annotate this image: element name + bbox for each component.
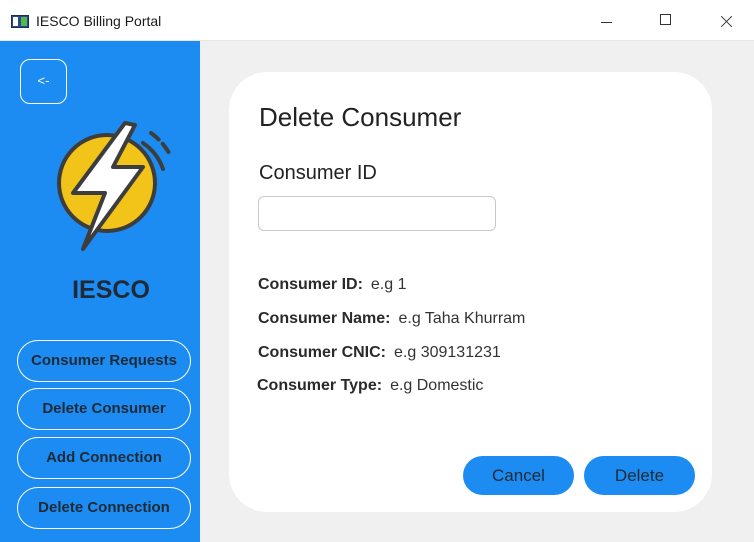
app-icon: [11, 15, 29, 28]
close-icon[interactable]: [703, 0, 749, 41]
title-bar: IESCO Billing Portal: [0, 0, 754, 41]
info-row-cnic: Consumer CNIC: e.g 309131231: [258, 344, 501, 362]
delete-consumer-card: Delete Consumer Consumer ID Consumer ID:…: [229, 72, 712, 512]
delete-connection-button[interactable]: Delete Connection: [17, 487, 191, 529]
brand-name: IESCO: [72, 276, 150, 304]
consumer-id-input[interactable]: [258, 196, 496, 231]
lightning-logo: [57, 121, 173, 251]
page-title: Delete Consumer: [259, 102, 462, 132]
minimize-icon[interactable]: [584, 0, 630, 41]
delete-consumer-button[interactable]: Delete Consumer: [17, 388, 191, 430]
info-value: e.g Domestic: [390, 377, 484, 394]
sidebar: <- IESCO Consumer Requests Delete Consum…: [0, 41, 200, 542]
info-key: Consumer CNIC:: [258, 344, 387, 361]
info-value: e.g Taha Khurram: [398, 310, 526, 327]
add-connection-button[interactable]: Add Connection: [17, 437, 191, 479]
delete-button[interactable]: Delete: [584, 456, 695, 495]
consumer-requests-button[interactable]: Consumer Requests: [17, 340, 191, 382]
info-value: e.g 309131231: [394, 344, 501, 361]
info-row-type: Consumer Type: e.g Domestic: [257, 377, 483, 395]
window-title: IESCO Billing Portal: [36, 13, 162, 29]
info-key: Consumer Type:: [257, 377, 383, 394]
info-value: e.g 1: [370, 276, 407, 293]
info-key: Consumer Name:: [258, 310, 391, 327]
info-key: Consumer ID:: [258, 276, 363, 293]
cancel-button[interactable]: Cancel: [463, 456, 574, 495]
info-row-name: Consumer Name: e.g Taha Khurram: [258, 310, 525, 328]
maximize-icon[interactable]: [643, 0, 689, 41]
consumer-id-label: Consumer ID: [259, 162, 377, 184]
info-row-id: Consumer ID: e.g 1: [258, 276, 407, 294]
back-button[interactable]: <-: [20, 59, 67, 104]
